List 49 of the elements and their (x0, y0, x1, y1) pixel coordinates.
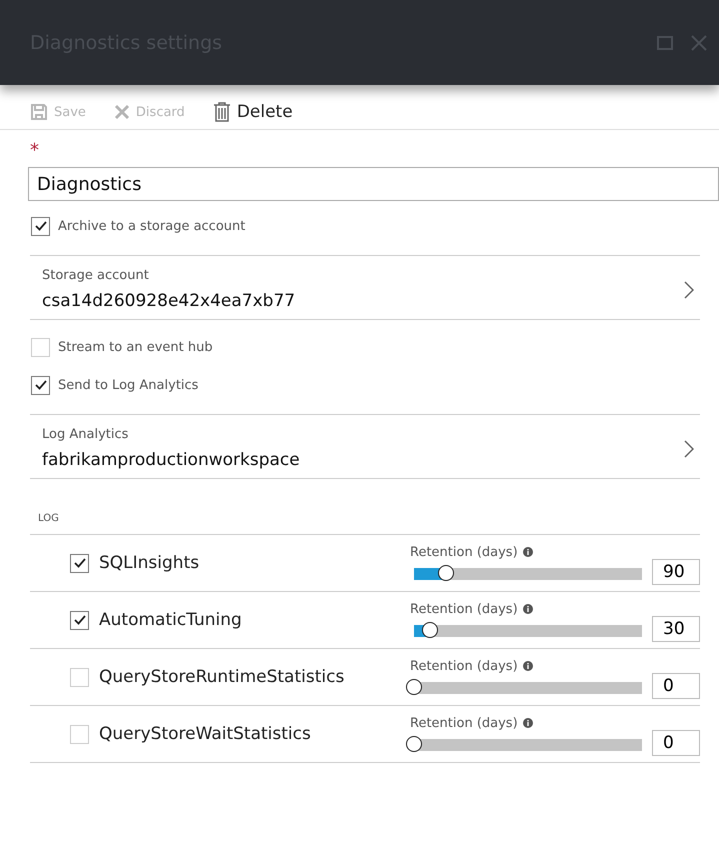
picker[interactable]: Log Analytics fabrikamproductionworkspace (30, 414, 700, 479)
info-icon (522, 604, 533, 614)
checkmark-icon (34, 221, 46, 231)
checkmark-icon (34, 380, 46, 390)
checkbox[interactable] (31, 338, 50, 356)
checkmark-icon (74, 615, 86, 625)
retention-label: Retention (days) (410, 658, 518, 674)
retention-label: Retention (days) (410, 716, 518, 730)
slider-thumb[interactable] (422, 622, 438, 638)
slider-thumb[interactable] (406, 736, 422, 752)
save-icon (30, 103, 48, 121)
trash-icon (212, 102, 231, 122)
chevron-right-icon[interactable] (684, 440, 694, 458)
info-icon (522, 661, 533, 671)
chevron-right-icon[interactable] (684, 280, 694, 298)
days-field[interactable]: 0 (652, 673, 700, 699)
checkbox[interactable] (31, 376, 50, 394)
checkbox[interactable] (70, 554, 89, 572)
log-name: AutomaticTuning (99, 610, 243, 630)
info-icon (522, 718, 533, 728)
days-field[interactable]: 30 (652, 616, 700, 642)
checkbox-label: Send to Log Analytics (58, 378, 198, 392)
checkbox-label: Stream to an event hub (58, 340, 213, 354)
picker-label: Storage account (42, 268, 150, 283)
delete-button[interactable]: Delete (212, 102, 293, 122)
picker-value: csa14d260928e42x4ea7xb77 (42, 291, 296, 311)
retention-label: Retention (days) (410, 602, 518, 616)
days-field[interactable]: 90 (652, 559, 700, 585)
checkbox[interactable] (70, 724, 89, 744)
picker[interactable]: Storage account csa14d260928e42x4ea7xb77 (30, 255, 700, 320)
retention-label: Retention (days) (410, 544, 518, 560)
log-name: SQLInsights (99, 553, 200, 573)
log-name: QueryStoreRuntimeStatistics (99, 667, 346, 687)
name-field[interactable]: Diagnostics (28, 167, 719, 201)
section-heading: LOG (38, 513, 60, 524)
checkbox[interactable] (31, 216, 50, 236)
close-icon (114, 104, 130, 120)
days-field[interactable]: 0 (652, 730, 700, 756)
log-name: QueryStoreWaitStatistics (99, 724, 312, 744)
checkmark-icon (74, 558, 86, 568)
slider-thumb[interactable] (438, 564, 454, 580)
picker-label: Log Analytics (42, 427, 130, 442)
required-mark: * (30, 140, 39, 161)
picker-value: fabrikamproductionworkspace (42, 450, 301, 470)
info-icon (522, 547, 533, 557)
slider-thumb[interactable] (406, 678, 422, 694)
checkbox[interactable] (70, 668, 89, 686)
checkbox[interactable] (70, 610, 89, 630)
checkbox-label: Archive to a storage account (58, 218, 246, 234)
